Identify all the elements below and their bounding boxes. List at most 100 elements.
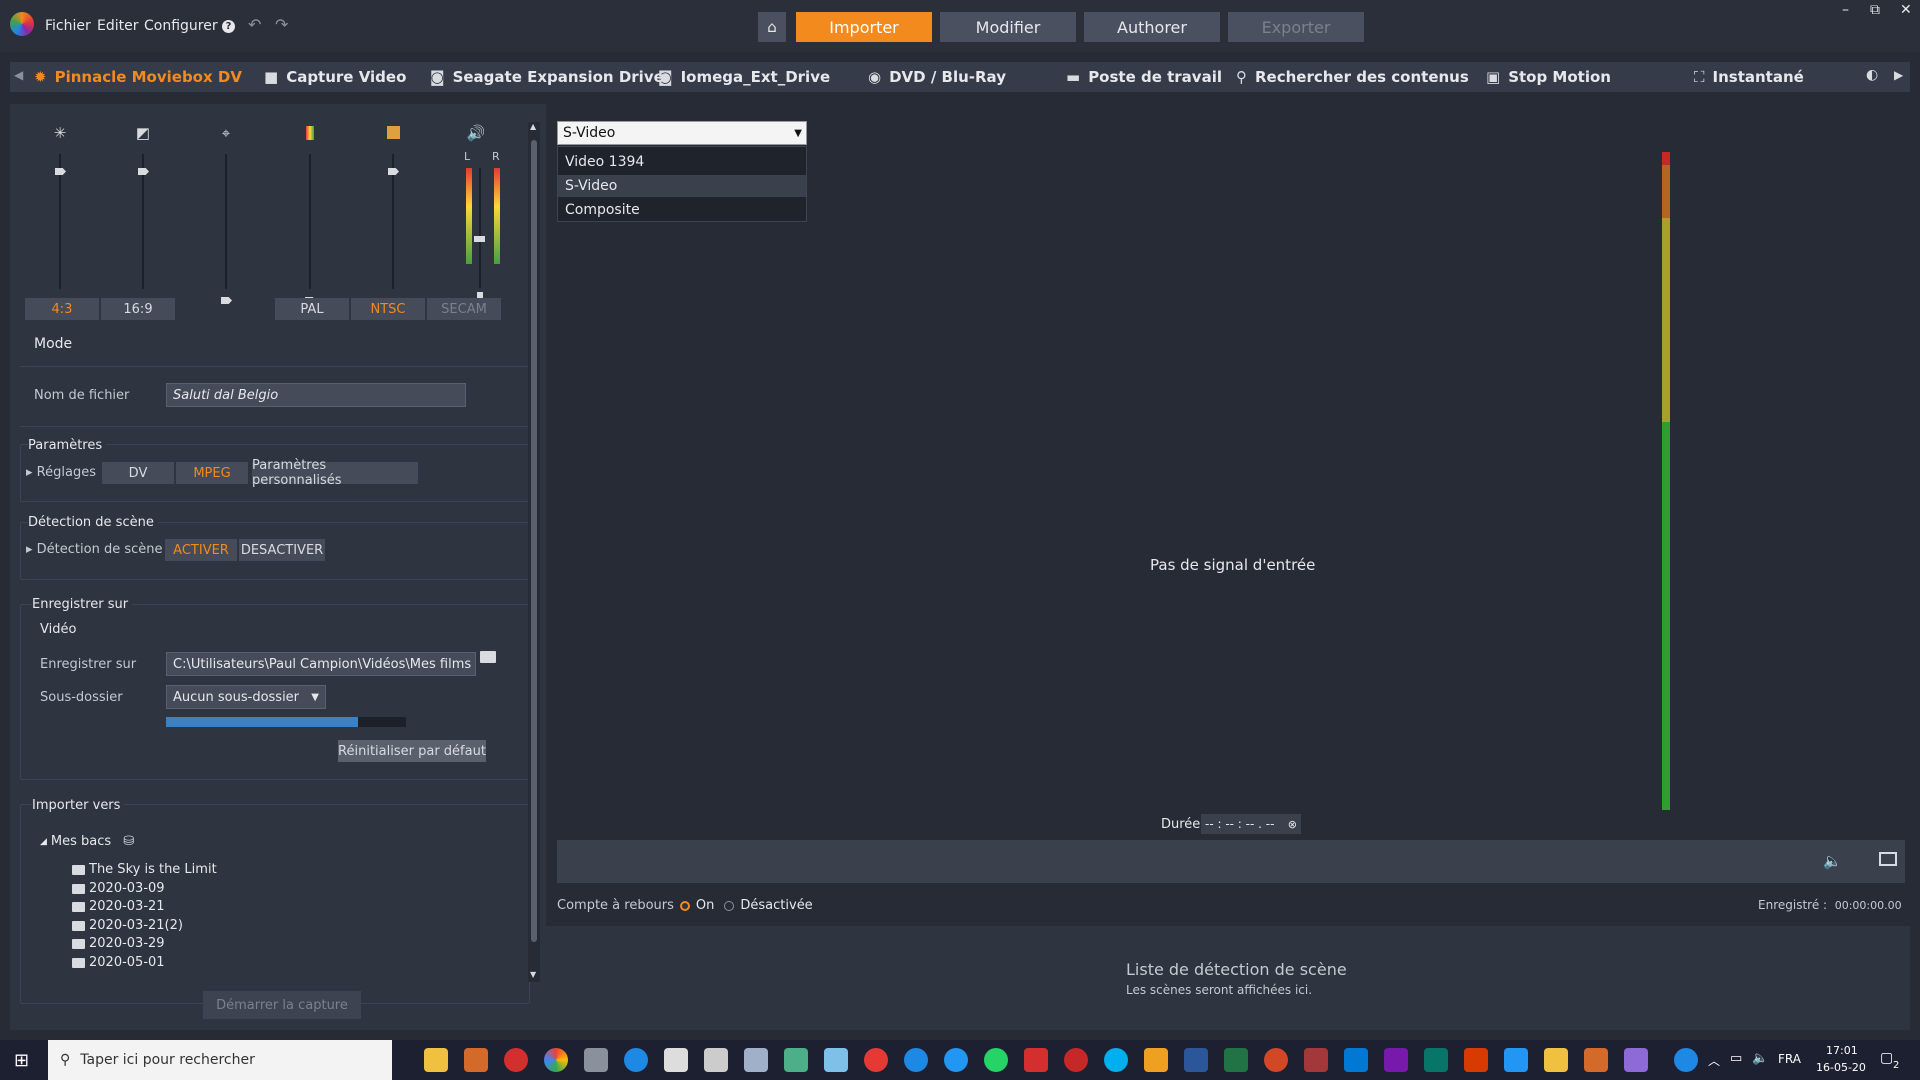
volume-meter[interactable]: 🔊 L R [464, 124, 504, 302]
app-icon[interactable] [1584, 1048, 1608, 1072]
source-pinnacle[interactable]: ✹ Pinnacle Moviebox DV [34, 68, 242, 86]
app-icon[interactable] [1064, 1048, 1088, 1072]
volume-icon[interactable]: 🔈 [1752, 1051, 1768, 1066]
secam-button[interactable]: SECAM [427, 298, 501, 320]
source-poste-travail[interactable]: ▬ Poste de travail [1066, 68, 1222, 86]
volume-thumb[interactable] [474, 236, 485, 242]
publisher-icon[interactable] [1424, 1048, 1448, 1072]
tab-exporter[interactable]: Exporter [1228, 12, 1364, 42]
contrast-slider[interactable]: ◩ [131, 124, 155, 294]
help-icon[interactable]: ? [222, 20, 235, 33]
network-icon[interactable]: ▭ [1730, 1051, 1742, 1066]
scroll-right-icon[interactable]: ▶ [1894, 68, 1903, 82]
messenger-icon[interactable] [944, 1048, 968, 1072]
outlook-icon[interactable] [1344, 1048, 1368, 1072]
tab-importer[interactable]: Importer [796, 12, 932, 42]
menu-editer[interactable]: Editer [97, 18, 138, 34]
option-composite[interactable]: Composite [558, 199, 806, 221]
pinnacle-active-icon[interactable] [1624, 1048, 1648, 1072]
app-icon[interactable] [584, 1048, 608, 1072]
taskbar-search[interactable]: ⚲ Taper ici pour rechercher [48, 1040, 392, 1080]
home-button[interactable]: ⌂ [758, 12, 786, 42]
tree-item[interactable]: 2020-03-21 [72, 899, 165, 914]
nero-icon[interactable] [1024, 1048, 1048, 1072]
tab-authorer[interactable]: Authorer [1084, 12, 1220, 42]
source-dvd[interactable]: ◉ DVD / Blu-Ray [868, 68, 1006, 86]
source-rechercher[interactable]: ⚲ Rechercher des contenus [1236, 68, 1469, 86]
source-iomega[interactable]: ◙ Iomega_Ext_Drive [658, 68, 830, 86]
source-seagate[interactable]: ◙ Seagate Expansion Drive [430, 68, 664, 86]
app-icon[interactable] [1144, 1048, 1168, 1072]
sharpness-slider[interactable]: ⌖ [214, 124, 238, 304]
option-video-1394[interactable]: Video 1394 [558, 151, 806, 173]
powerpoint-icon[interactable] [1264, 1048, 1288, 1072]
saturation-slider[interactable] [381, 124, 405, 294]
reglages-label[interactable]: ▸ Réglages [26, 465, 96, 480]
clock-time[interactable]: 17:01 [1826, 1044, 1858, 1057]
tree-item[interactable]: 2020-05-01 [72, 955, 165, 970]
tree-item[interactable]: 2020-03-09 [72, 881, 165, 896]
tree-root[interactable]: ◢ Mes bacs ⛁ [40, 834, 134, 849]
whatsapp-icon[interactable] [984, 1048, 1008, 1072]
scrollbar-thumb[interactable] [531, 140, 537, 942]
restore-icon[interactable]: ⧉ [1870, 2, 1880, 18]
scene-on-button[interactable]: ACTIVER [165, 539, 237, 561]
app-icon[interactable] [1504, 1048, 1528, 1072]
word-icon[interactable] [1184, 1048, 1208, 1072]
dv-button[interactable]: DV [102, 462, 174, 484]
app-icon[interactable] [704, 1048, 728, 1072]
ntsc-button[interactable]: NTSC [351, 298, 425, 320]
record-app-icon[interactable] [504, 1048, 528, 1072]
source-instantane[interactable]: ⛶ Instantané [1694, 68, 1804, 86]
filename-input[interactable]: Saluti dal Belgio [166, 383, 466, 407]
excel-icon[interactable] [1224, 1048, 1248, 1072]
tree-item[interactable]: The Sky is the Limit [72, 862, 217, 877]
language-indicator[interactable]: FRA [1778, 1052, 1801, 1066]
speaker-icon[interactable]: 🔈 [1823, 852, 1842, 870]
subfolder-select[interactable]: Aucun sous-dossier ▼ [166, 685, 326, 709]
start-capture-button[interactable]: Démarrer la capture [203, 991, 361, 1019]
menu-fichier[interactable]: Fichier [45, 18, 91, 34]
vpn-icon[interactable] [904, 1048, 928, 1072]
input-source-select[interactable]: S-Video ▼ [557, 121, 807, 145]
countdown-off-radio[interactable] [724, 900, 735, 911]
clock-date[interactable]: 16-05-20 [1816, 1061, 1866, 1074]
scene-off-button[interactable]: DESACTIVER [239, 539, 325, 561]
scene-label[interactable]: ▸ Détection de scène [26, 542, 163, 557]
aspect-4-3-button[interactable]: 4:3 [25, 298, 99, 320]
chrome-icon[interactable] [544, 1048, 568, 1072]
close-icon[interactable]: ✕ [1900, 2, 1912, 18]
access-icon[interactable] [1304, 1048, 1328, 1072]
office-icon[interactable] [1464, 1048, 1488, 1072]
minimize-icon[interactable]: – [1842, 2, 1849, 18]
windows-start-icon[interactable]: ⊞ [14, 1050, 29, 1071]
countdown-on-radio[interactable] [679, 900, 690, 911]
reset-default-button[interactable]: Réinitialiser par défaut [338, 740, 486, 762]
tree-item[interactable]: 2020-03-29 [72, 936, 165, 951]
source-stop-motion[interactable]: ▣ Stop Motion [1486, 68, 1611, 86]
app-icon[interactable] [824, 1048, 848, 1072]
custom-params-button[interactable]: Paramètres personnalisés [252, 458, 418, 488]
onenote-icon[interactable] [1384, 1048, 1408, 1072]
duration-input[interactable]: -- : -- : -- . -- ⊗ [1201, 814, 1301, 834]
scroll-left-icon[interactable]: ◀ [14, 68, 23, 82]
save-path-input[interactable]: C:\Utilisateurs\Paul Campion\Vidéos\Mes … [166, 652, 476, 676]
aspect-16-9-button[interactable]: 16:9 [101, 298, 175, 320]
help-icon[interactable] [1674, 1048, 1698, 1072]
browse-folder-icon[interactable] [480, 651, 496, 663]
hue-slider[interactable] [298, 124, 322, 304]
redo-icon[interactable]: ↷ [275, 15, 288, 34]
scrollbar[interactable]: ▲ ▼ [528, 122, 540, 982]
shield-icon[interactable] [784, 1048, 808, 1072]
notification-icon[interactable]: ▢ [1880, 1050, 1893, 1066]
camera-icon[interactable] [744, 1048, 768, 1072]
fullscreen-icon[interactable] [1879, 852, 1897, 866]
scroll-up-icon[interactable]: ▲ [530, 122, 536, 131]
file-explorer-icon[interactable] [424, 1048, 448, 1072]
mpeg-button[interactable]: MPEG [176, 462, 248, 484]
clear-icon[interactable]: ⊗ [1288, 818, 1297, 831]
source-capture-video[interactable]: ■ Capture Video [264, 68, 406, 86]
pal-button[interactable]: PAL [275, 298, 349, 320]
menu-configurer[interactable]: Configurer [144, 18, 218, 34]
refresh-icon[interactable]: ◐ [1866, 67, 1878, 83]
